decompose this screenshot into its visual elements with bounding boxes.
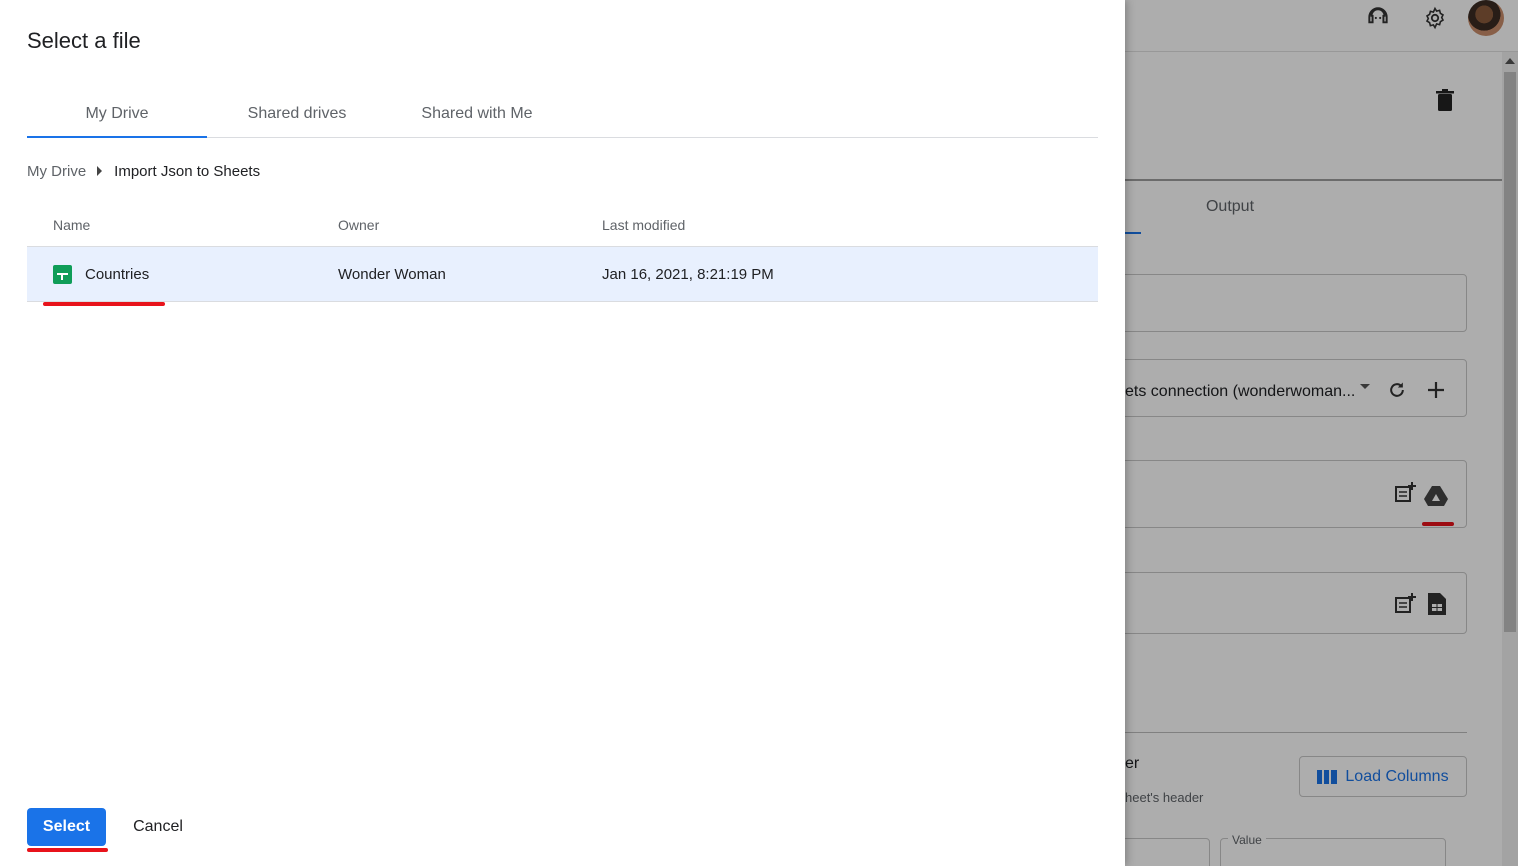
breadcrumb-root[interactable]: My Drive — [27, 163, 86, 180]
breadcrumb: My Drive Import Json to Sheets — [27, 161, 260, 181]
file-owner: Wonder Woman — [338, 265, 446, 283]
column-header-last-modified[interactable]: Last modified — [602, 217, 1098, 233]
breadcrumb-current: Import Json to Sheets — [114, 162, 261, 180]
tab-shared-with-me[interactable]: Shared with Me — [387, 90, 567, 137]
highlight-mark — [27, 848, 108, 852]
highlight-mark — [43, 302, 165, 306]
table-header: Name Owner Last modified — [27, 204, 1098, 247]
chevron-right-icon — [97, 166, 103, 176]
select-button[interactable]: Select — [27, 808, 106, 846]
tab-bar: My Drive Shared drives Shared with Me — [27, 90, 1098, 138]
tab-my-drive[interactable]: My Drive — [27, 90, 207, 138]
column-header-name[interactable]: Name — [27, 217, 338, 233]
column-header-owner[interactable]: Owner — [338, 217, 602, 233]
google-sheets-icon — [53, 264, 72, 284]
file-table: Name Owner Last modified Countries Wonde… — [27, 204, 1098, 302]
file-picker-dialog: Select a file My Drive Shared drives Sha… — [0, 0, 1125, 866]
file-name-cell: Countries — [27, 264, 338, 284]
cancel-button[interactable]: Cancel — [118, 808, 198, 846]
tab-shared-drives[interactable]: Shared drives — [207, 90, 387, 137]
dialog-title: Select a file — [27, 28, 141, 53]
table-row[interactable]: Countries Wonder Woman Jan 16, 2021, 8:2… — [27, 247, 1098, 302]
file-name: Countries — [85, 265, 150, 283]
file-last-modified: Jan 16, 2021, 8:21:19 PM — [602, 265, 774, 283]
